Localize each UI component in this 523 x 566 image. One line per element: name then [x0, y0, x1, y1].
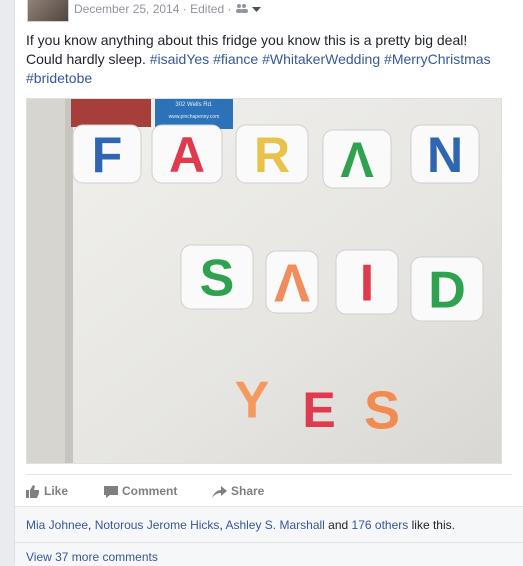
magnet-letter: N [427, 127, 463, 183]
edited-label[interactable]: Edited [190, 2, 224, 16]
like-label: Like [44, 484, 69, 498]
hashtag-whitakerwedding[interactable]: #WhitakerWedding [262, 51, 380, 67]
view-more-comments-link[interactable]: View 37 more comments [26, 550, 158, 564]
magnet-letter: Y [235, 372, 270, 430]
audience-icon[interactable] [235, 2, 249, 16]
magnet-letter: R [254, 127, 290, 183]
likes-suffix: like this. [411, 518, 455, 532]
post-date[interactable]: December 25, 2014 [74, 2, 179, 16]
post-meta: December 25, 2014 · Edited · [74, 2, 262, 16]
likes-and: and [328, 518, 349, 532]
post-text-line1: If you know anything about this fridge y… [26, 32, 468, 48]
avatar[interactable] [27, 0, 69, 22]
magnet-letter: S [200, 250, 235, 308]
share-icon [212, 486, 227, 498]
share-label: Share [231, 484, 265, 498]
hashtag-bridetobe[interactable]: #bridetobe [26, 70, 92, 86]
meta-separator-2: · [227, 2, 232, 16]
magnet-letter: F [92, 127, 123, 183]
hashtag-fiance[interactable]: #fiance [213, 51, 258, 67]
post-text: If you know anything about this fridge y… [26, 31, 516, 88]
likes-bar: Mia Johnee, Notorous Jerome Hicks, Ashle… [15, 506, 523, 543]
fridge-magnet-photo: 302 Wells Rd. www.pinchapenny.com F A R Λ NS… [27, 99, 501, 463]
post-actions: Like Comment Share [26, 474, 512, 506]
comment-button[interactable]: Comment [104, 484, 177, 498]
magnet-letter: I [360, 255, 374, 313]
post-card: December 25, 2014 · Edited · If you know… [14, 0, 523, 566]
hashtag-merrychristmas[interactable]: #MerryChristmas [384, 51, 491, 67]
fridge-edge [27, 99, 71, 463]
comment-icon [104, 486, 118, 498]
magnet-letter: Λ [274, 253, 310, 313]
magnet-letter: D [428, 262, 466, 320]
magnet-letter: A [169, 127, 205, 183]
thumbs-up-icon [26, 485, 39, 498]
magnet-letter: S [364, 380, 400, 440]
post-text-line3: #bridetobe [26, 69, 516, 88]
comment-label: Comment [122, 484, 178, 498]
share-button[interactable]: Share [212, 484, 264, 498]
liker-name-2[interactable]: Notorous Jerome Hicks [95, 518, 220, 532]
card-text-1: 302 Wells Rd. [175, 102, 213, 108]
likes-others-link[interactable]: 176 others [352, 518, 409, 532]
card-text-2: www.pinchapenny.com [169, 114, 220, 120]
meta-separator: · [182, 2, 187, 16]
liker-name-3[interactable]: Ashley S. Marshall [225, 518, 324, 532]
likes-summary: Mia Johnee, Notorous Jerome Hicks, Ashle… [26, 518, 455, 532]
like-button[interactable]: Like [26, 484, 68, 498]
fridge-seam [65, 99, 73, 463]
chevron-down-icon[interactable] [252, 2, 262, 16]
post-text-line2: Could hardly sleep. #isaidYes #fiance #W… [26, 50, 516, 69]
hashtag-isaidyes[interactable]: #isaidYes [150, 51, 209, 67]
comments-bar: View 37 more comments [15, 542, 523, 566]
magnet-letter: E [302, 382, 335, 438]
liker-name-1[interactable]: Mia Johnee [26, 518, 88, 532]
post-photo[interactable]: 302 Wells Rd. www.pinchapenny.com FARΛNS… [26, 98, 502, 464]
red-magnet [71, 99, 151, 127]
post-text-sentence: Could hardly sleep. [26, 51, 146, 67]
magnet-letter: Λ [340, 132, 374, 188]
